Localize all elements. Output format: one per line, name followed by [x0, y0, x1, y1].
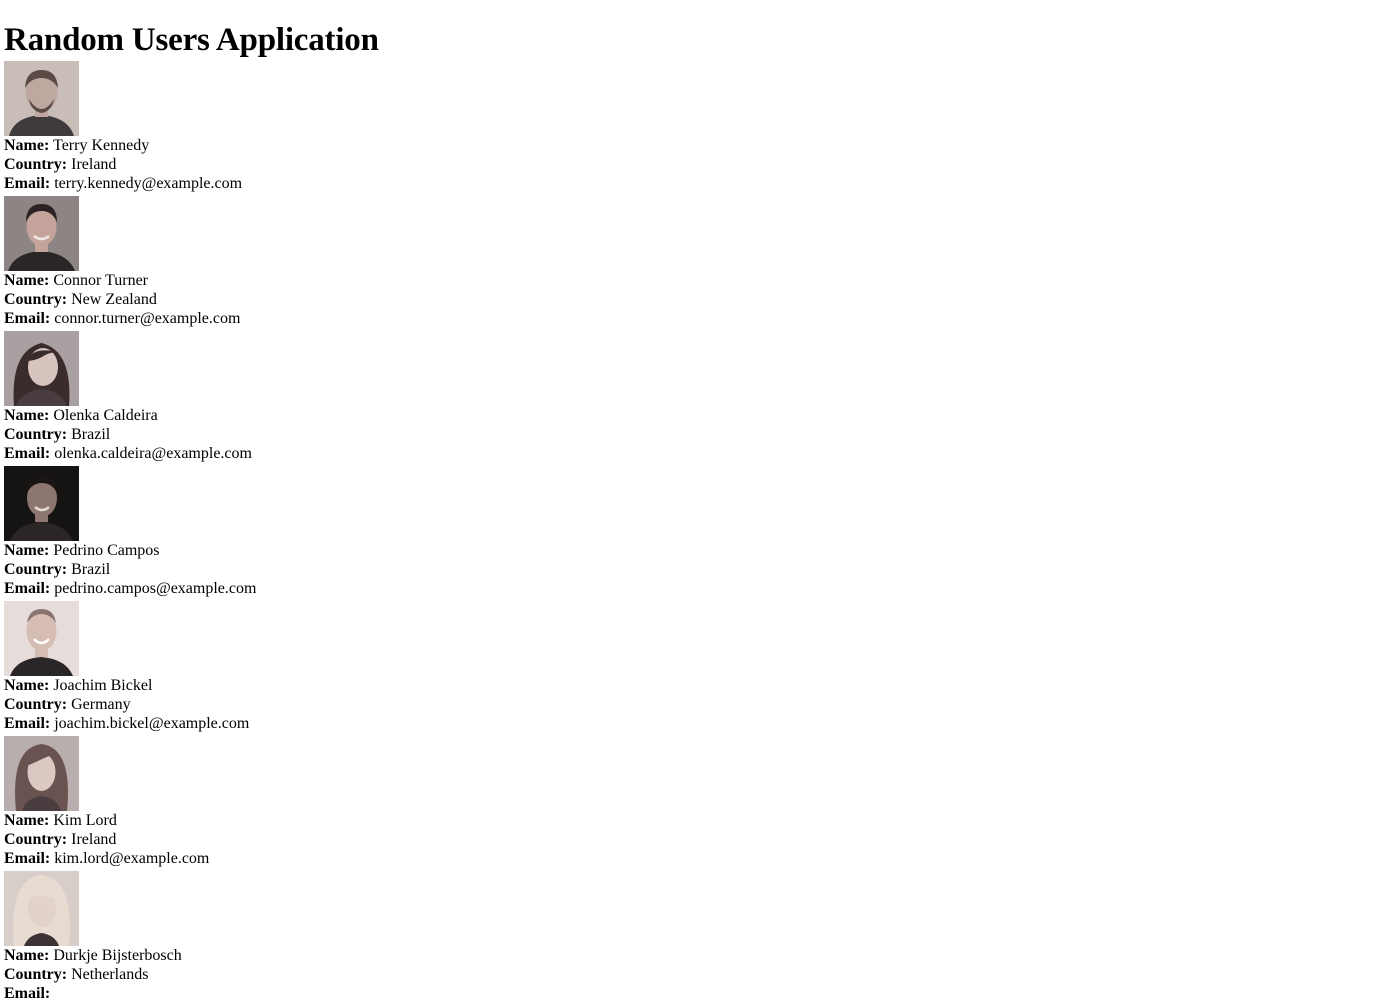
user-avatar: [4, 196, 79, 271]
user-card: Name: Pedrino Campos Country: Brazil Ema…: [4, 466, 604, 601]
name-label: Name:: [4, 542, 50, 559]
name-label: Name:: [4, 947, 50, 964]
user-card: Name: Kim Lord Country: Ireland Email: k…: [4, 736, 604, 871]
name-label: Name:: [4, 407, 50, 424]
user-avatar: [4, 331, 79, 406]
user-country: Ireland: [71, 831, 117, 848]
user-card: Name: Durkje Bijsterbosch Country: Nethe…: [4, 871, 604, 1005]
country-label: Country:: [4, 426, 68, 443]
user-email-row: Email: terry.kennedy@example.com: [4, 174, 604, 193]
user-name-row: Name: Durkje Bijsterbosch: [4, 946, 604, 965]
user-country: New Zealand: [71, 291, 157, 308]
user-country-row: Country: Germany: [4, 695, 604, 714]
country-label: Country:: [4, 696, 68, 713]
name-label: Name:: [4, 812, 50, 829]
country-label: Country:: [4, 831, 68, 848]
country-label: Country:: [4, 561, 68, 578]
user-email-row: Email: olenka.caldeira@example.com: [4, 444, 604, 463]
man-portrait-icon: [4, 466, 79, 541]
user-name: Olenka Caldeira: [53, 407, 158, 424]
user-country-row: Country: Brazil: [4, 425, 604, 444]
user-email-row: Email: joachim.bickel@example.com: [4, 714, 604, 733]
user-avatar: [4, 466, 79, 541]
name-label: Name:: [4, 137, 50, 154]
man-portrait-icon: [4, 61, 79, 136]
user-email-row: Email: kim.lord@example.com: [4, 849, 604, 868]
user-card: Name: Terry Kennedy Country: Ireland Ema…: [4, 61, 604, 196]
user-card: Name: Joachim Bickel Country: Germany Em…: [4, 601, 604, 736]
page-title: Random Users Application: [4, 22, 379, 58]
name-label: Name:: [4, 272, 50, 289]
user-name: Durkje Bijsterbosch: [53, 947, 182, 964]
email-label: Email:: [4, 445, 51, 462]
user-country-row: Country: New Zealand: [4, 290, 604, 309]
user-list: Name: Terry Kennedy Country: Ireland Ema…: [4, 61, 1400, 1005]
email-label: Email:: [4, 310, 51, 327]
user-card: Name: Olenka Caldeira Country: Brazil Em…: [4, 331, 604, 466]
user-card: Name: Connor Turner Country: New Zealand…: [4, 196, 604, 331]
user-country: Brazil: [71, 426, 111, 443]
user-name: Connor Turner: [53, 272, 148, 289]
user-country: Ireland: [71, 156, 117, 173]
country-label: Country:: [4, 966, 68, 983]
user-country-row: Country: Ireland: [4, 155, 604, 174]
man-portrait-icon: [4, 196, 79, 271]
woman-portrait-icon: [4, 331, 79, 406]
email-label: Email:: [4, 175, 51, 192]
country-label: Country:: [4, 291, 68, 308]
woman-portrait-icon: [4, 871, 79, 946]
email-label: Email:: [4, 850, 51, 867]
email-label: Email:: [4, 715, 51, 732]
user-name-row: Name: Joachim Bickel: [4, 676, 604, 695]
user-name: Joachim Bickel: [53, 677, 153, 694]
app-page: Random Users Application Name: Terry Ken…: [0, 0, 1400, 1005]
user-email-row: Email:: [4, 984, 604, 1003]
user-country: Brazil: [71, 561, 111, 578]
user-avatar: [4, 871, 79, 946]
user-email: pedrino.campos@example.com: [54, 580, 257, 597]
email-label: Email:: [4, 580, 51, 597]
user-avatar: [4, 601, 79, 676]
user-email: terry.kennedy@example.com: [54, 175, 243, 192]
user-avatar: [4, 736, 79, 811]
user-email-row: Email: connor.turner@example.com: [4, 309, 604, 328]
user-email: joachim.bickel@example.com: [54, 715, 250, 732]
email-label: Email:: [4, 985, 51, 1002]
user-country-row: Country: Netherlands: [4, 965, 604, 984]
user-email: olenka.caldeira@example.com: [54, 445, 252, 462]
woman-portrait-icon: [4, 736, 79, 811]
user-name-row: Name: Pedrino Campos: [4, 541, 604, 560]
user-name-row: Name: Terry Kennedy: [4, 136, 604, 155]
user-name: Terry Kennedy: [53, 137, 150, 154]
name-label: Name:: [4, 677, 50, 694]
user-name-row: Name: Connor Turner: [4, 271, 604, 290]
user-email: connor.turner@example.com: [54, 310, 241, 327]
user-name: Kim Lord: [53, 812, 117, 829]
user-name-row: Name: Kim Lord: [4, 811, 604, 830]
user-email: kim.lord@example.com: [54, 850, 210, 867]
user-country: Germany: [71, 696, 131, 713]
user-avatar: [4, 61, 79, 136]
user-name: Pedrino Campos: [53, 542, 160, 559]
user-country: Netherlands: [71, 966, 149, 983]
man-portrait-icon: [4, 601, 79, 676]
user-email-row: Email: pedrino.campos@example.com: [4, 579, 604, 598]
country-label: Country:: [4, 156, 68, 173]
user-name-row: Name: Olenka Caldeira: [4, 406, 604, 425]
user-country-row: Country: Brazil: [4, 560, 604, 579]
user-country-row: Country: Ireland: [4, 830, 604, 849]
